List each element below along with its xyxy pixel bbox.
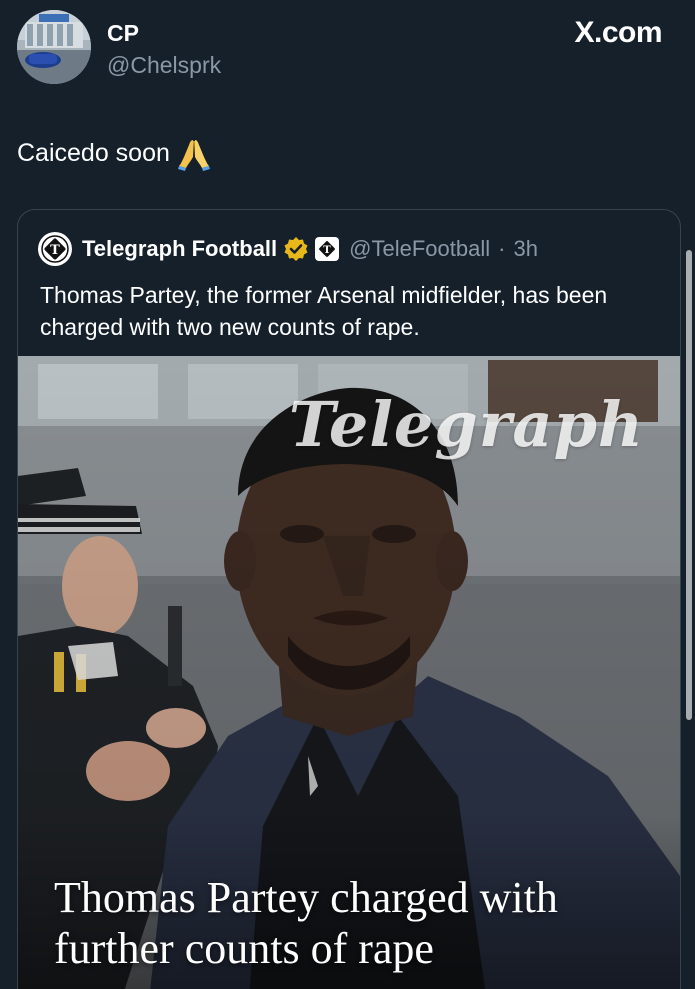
author-name[interactable]: CP xyxy=(107,22,139,45)
quoted-tweet-card[interactable]: T Telegraph Football T @TeleFootball · 3… xyxy=(17,209,681,989)
news-photo[interactable]: Telegraph Thomas Partey charged with fur… xyxy=(18,356,680,989)
svg-text:T: T xyxy=(50,243,60,258)
image-headline: Thomas Partey charged with further count… xyxy=(54,873,558,974)
affiliate-badge-icon: T xyxy=(315,237,340,261)
tweet-text: Caicedo soon xyxy=(17,137,212,171)
tweet-screenshot: CP @Chelsprk X.com Caicedo soon T Telegr… xyxy=(0,0,695,989)
telegraph-watermark: Telegraph xyxy=(288,388,644,461)
verified-badge-icon xyxy=(283,236,309,262)
svg-text:T: T xyxy=(323,245,331,256)
scrollbar[interactable] xyxy=(686,250,692,720)
quoted-tweet-text: Thomas Partey, the former Arsenal midfie… xyxy=(40,282,608,340)
quoted-author-name[interactable]: Telegraph Football xyxy=(82,236,277,262)
quoted-tweet-header: T Telegraph Football T @TeleFootball · 3… xyxy=(38,232,538,266)
quoted-author-handle[interactable]: @TeleFootball xyxy=(349,236,490,262)
separator-dot: · xyxy=(498,236,506,261)
author-handle[interactable]: @Chelsprk xyxy=(107,54,221,77)
quoted-timestamp[interactable]: 3h xyxy=(513,236,537,262)
brand-logo: X.com xyxy=(574,16,662,49)
tweet-body: Caicedo soon xyxy=(17,139,170,168)
folded-hands-icon xyxy=(176,137,212,171)
avatar[interactable] xyxy=(17,10,91,84)
telegraph-logo-icon[interactable]: T xyxy=(38,232,72,266)
